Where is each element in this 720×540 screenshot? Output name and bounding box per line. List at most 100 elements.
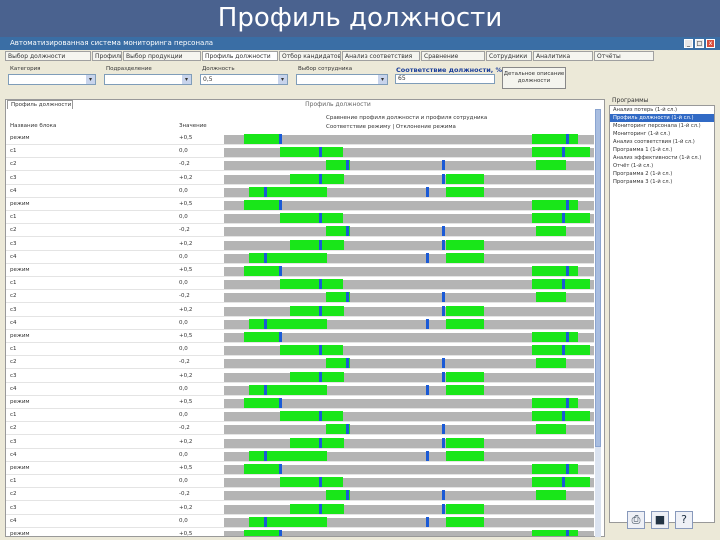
row-name: режим: [10, 399, 30, 405]
tab-9[interactable]: Аналитика: [533, 51, 593, 61]
table-row[interactable]: режим +0,5: [6, 528, 594, 536]
table-row[interactable]: с3 +0,2: [6, 436, 594, 449]
row-value: +0,2: [179, 306, 193, 313]
table-row[interactable]: с4 0,0: [6, 449, 594, 462]
row-name: режим: [10, 333, 30, 339]
table-row[interactable]: режим +0,5: [6, 198, 594, 211]
table-row[interactable]: с2 -0,2: [6, 488, 594, 502]
position-combo[interactable]: 0,5 ▾: [200, 74, 288, 85]
table-row[interactable]: с2 -0,2: [6, 290, 594, 304]
profile-bar-track: [224, 398, 594, 409]
row-name: с4: [10, 319, 17, 326]
chevron-down-icon[interactable]: ▾: [278, 75, 287, 84]
value-marker: [279, 530, 282, 536]
column-header-name: Название блока: [10, 123, 57, 129]
table-row[interactable]: с1 0,0: [6, 475, 594, 489]
row-name: с3: [10, 438, 17, 445]
table-row[interactable]: с3 +0,2: [6, 304, 594, 317]
row-value: +0,5: [179, 399, 193, 405]
table-row[interactable]: режим +0,5: [6, 132, 594, 145]
row-name: с3: [10, 240, 17, 247]
tab-5[interactable]: Отбор кандидатов: [279, 51, 341, 61]
department-label: Подразделение: [106, 66, 152, 72]
table-row[interactable]: с2 -0,2: [6, 356, 594, 370]
table-row[interactable]: с4 0,0: [6, 185, 594, 198]
table-row[interactable]: с2 -0,2: [6, 422, 594, 436]
profile-bar-track: [224, 200, 594, 211]
row-name: режим: [10, 465, 30, 471]
chevron-down-icon[interactable]: ▾: [378, 75, 387, 84]
program-list-item[interactable]: Профиль должности (1-й сл.): [610, 114, 714, 122]
program-list-item[interactable]: Анализ эффективности (1-й сл.): [610, 154, 714, 162]
table-row[interactable]: с1 0,0: [6, 343, 594, 357]
table-row[interactable]: с1 0,0: [6, 409, 594, 423]
printer-icon[interactable]: ⎙: [627, 511, 645, 529]
vertical-scrollbar[interactable]: [595, 109, 601, 537]
row-value: 0,0: [179, 187, 188, 194]
table-row[interactable]: режим +0,5: [6, 330, 594, 343]
tab-3[interactable]: Выбор продукции: [123, 51, 201, 61]
category-combo[interactable]: ▾: [8, 74, 96, 85]
program-list-item[interactable]: Отчёт (1-й сл.): [610, 162, 714, 170]
row-name: режим: [10, 201, 30, 207]
table-row[interactable]: с4 0,0: [6, 515, 594, 528]
table-row[interactable]: с4 0,0: [6, 317, 594, 330]
program-list-item[interactable]: Программа 1 (1-й сл.): [610, 146, 714, 154]
table-row[interactable]: режим +0,5: [6, 264, 594, 277]
program-list-item[interactable]: Программа 2 (1-й сл.): [610, 170, 714, 178]
department-combo[interactable]: ▾: [104, 74, 192, 85]
help-icon[interactable]: ?: [675, 511, 693, 529]
close-button[interactable]: x: [706, 39, 715, 48]
table-row[interactable]: с3 +0,2: [6, 502, 594, 515]
table-row[interactable]: с3 +0,2: [6, 172, 594, 185]
maximize-button[interactable]: □: [695, 39, 704, 48]
row-value: -0,2: [179, 161, 190, 168]
program-list-item[interactable]: Анализ потерь (1-й сл.): [610, 106, 714, 114]
tab-8[interactable]: Сотрудники: [486, 51, 532, 61]
tab-profile[interactable]: Профиль должности: [7, 100, 73, 109]
table-row[interactable]: с1 0,0: [6, 145, 594, 159]
row-name: с4: [10, 253, 17, 260]
table-row[interactable]: с3 +0,2: [6, 370, 594, 383]
row-name: с1: [10, 478, 17, 485]
minimize-button[interactable]: _: [684, 39, 693, 48]
chevron-down-icon[interactable]: ▾: [86, 75, 95, 84]
row-value: +0,5: [179, 267, 193, 273]
profile-bar-track: [224, 332, 594, 343]
table-row[interactable]: с2 -0,2: [6, 158, 594, 172]
program-list-item[interactable]: Мониторинг (1-й сл.): [610, 130, 714, 138]
program-list-item[interactable]: Анализ соответствия (1-й сл.): [610, 138, 714, 146]
profile-bar-track: [224, 345, 594, 357]
scrollbar-thumb[interactable]: [595, 109, 601, 447]
table-row[interactable]: с1 0,0: [6, 277, 594, 291]
tab-6[interactable]: Анализ соответствия: [342, 51, 420, 61]
window-title: Автоматизированная система мониторинга п…: [10, 39, 214, 47]
row-name: с4: [10, 517, 17, 524]
employee-combo[interactable]: ▾: [296, 74, 388, 85]
tab-10[interactable]: Отчёты: [594, 51, 654, 61]
table-row[interactable]: с4 0,0: [6, 383, 594, 396]
save-icon[interactable]: ■: [651, 511, 669, 529]
value-marker: [566, 530, 569, 536]
job-description-button[interactable]: Детальное описание должности: [502, 67, 566, 89]
row-name: с3: [10, 504, 17, 511]
tab-7[interactable]: Сравнение: [421, 51, 485, 61]
chevron-down-icon[interactable]: ▾: [182, 75, 191, 84]
program-list-item[interactable]: Программа 3 (1-й сл.): [610, 178, 714, 186]
table-row[interactable]: с4 0,0: [6, 251, 594, 264]
row-name: с2: [10, 161, 17, 168]
table-row[interactable]: режим +0,5: [6, 462, 594, 475]
tab-4[interactable]: Профиль должности: [202, 51, 278, 61]
tab-1[interactable]: Выбор должности: [5, 51, 91, 61]
table-row[interactable]: с1 0,0: [6, 211, 594, 225]
panel-caption: Профиль должности: [305, 101, 371, 108]
program-list-item[interactable]: Мониторинг персонала (1-й сл.): [610, 122, 714, 130]
profile-bar-track: [224, 292, 594, 304]
profile-bar-track: [224, 424, 594, 436]
match-value-field[interactable]: 65: [395, 74, 495, 84]
table-row[interactable]: режим +0,5: [6, 396, 594, 409]
table-row[interactable]: с2 -0,2: [6, 224, 594, 238]
table-row[interactable]: с3 +0,2: [6, 238, 594, 251]
tab-2[interactable]: Профиль: [92, 51, 122, 61]
row-value: 0,0: [179, 412, 188, 419]
